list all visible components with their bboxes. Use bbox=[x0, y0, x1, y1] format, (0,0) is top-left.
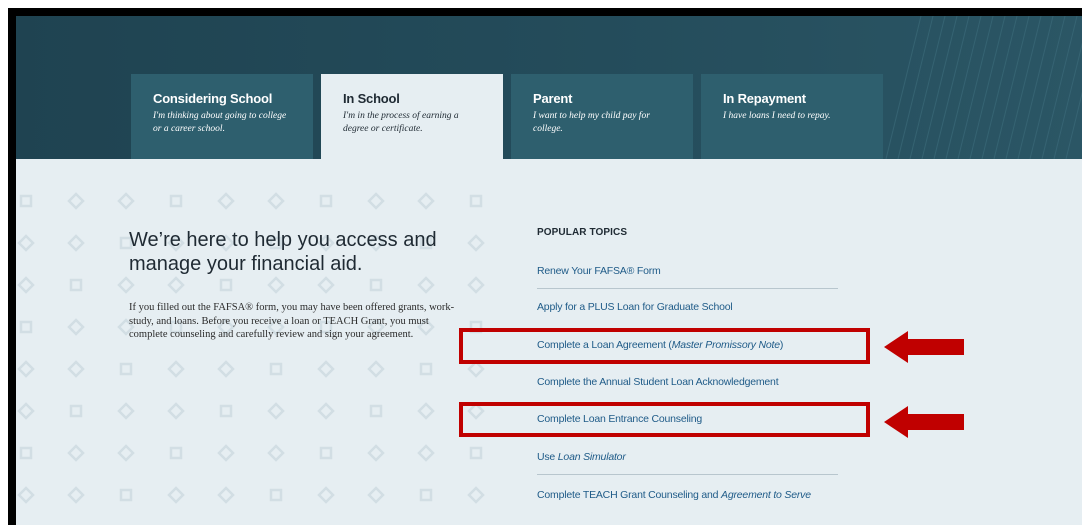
square-outline-icon bbox=[219, 278, 233, 292]
diamond-outline-icon bbox=[67, 318, 85, 336]
arrow-left-icon bbox=[884, 406, 964, 438]
topic-link-text: Complete TEACH Grant Counseling and bbox=[537, 489, 722, 501]
square-outline-icon bbox=[19, 320, 33, 334]
topic-link-text: Renew Your FAFSA® Form bbox=[537, 265, 661, 277]
diamond-outline-icon bbox=[367, 360, 385, 378]
intro-paragraph: If you filled out the FAFSA® form, you m… bbox=[129, 302, 455, 340]
square-outline-icon bbox=[219, 404, 233, 418]
diamond-outline-icon bbox=[317, 360, 335, 378]
page-viewport: Considering School I'm thinking about go… bbox=[16, 16, 1082, 525]
square-outline-icon bbox=[419, 362, 433, 376]
square-outline-icon bbox=[119, 362, 133, 376]
square-outline-icon bbox=[319, 446, 333, 460]
tab-description: I'm in the process of earning a degree o… bbox=[343, 111, 459, 134]
arrow-left-icon bbox=[884, 331, 964, 363]
diamond-outline-icon bbox=[267, 444, 285, 462]
diamond-outline-icon bbox=[317, 486, 335, 504]
diamond-outline-icon bbox=[67, 234, 85, 252]
square-outline-icon bbox=[169, 446, 183, 460]
square-outline-icon bbox=[369, 278, 383, 292]
diamond-outline-icon bbox=[167, 402, 185, 420]
topic-link-text: Apply for a PLUS Loan for Graduate Schoo… bbox=[537, 301, 733, 313]
diamond-outline-icon bbox=[117, 444, 135, 462]
topic-link-italic: Agreement to Serve bbox=[721, 489, 811, 501]
diamond-outline-icon bbox=[317, 276, 335, 294]
diamond-outline-icon bbox=[217, 360, 235, 378]
tab-in-school[interactable]: In School I'm in the process of earning … bbox=[321, 74, 503, 159]
diamond-outline-icon bbox=[367, 486, 385, 504]
diamond-outline-icon bbox=[67, 192, 85, 210]
diamond-outline-icon bbox=[367, 192, 385, 210]
diamond-outline-icon bbox=[17, 360, 35, 378]
topic-link-plus-loan[interactable]: Apply for a PLUS Loan for Graduate Schoo… bbox=[537, 289, 838, 325]
square-outline-icon bbox=[419, 488, 433, 502]
diamond-outline-icon bbox=[67, 444, 85, 462]
diamond-outline-icon bbox=[17, 234, 35, 252]
tab-parent[interactable]: Parent I want to help my child pay for c… bbox=[511, 74, 693, 159]
square-outline-icon bbox=[169, 194, 183, 208]
diamond-outline-icon bbox=[17, 276, 35, 294]
background-shape-pattern bbox=[17, 192, 485, 504]
popular-topics-heading: POPULAR TOPICS bbox=[537, 227, 628, 238]
diamond-outline-icon bbox=[217, 486, 235, 504]
diamond-outline-icon bbox=[417, 402, 435, 420]
diamond-outline-icon bbox=[467, 486, 485, 504]
square-outline-icon bbox=[469, 194, 483, 208]
highlight-box-loan-agreement bbox=[459, 328, 870, 364]
topic-link-text: Complete the Annual Student Loan Acknowl… bbox=[537, 376, 779, 388]
diamond-outline-icon bbox=[67, 486, 85, 504]
diamond-outline-icon bbox=[117, 402, 135, 420]
diamond-outline-icon bbox=[67, 360, 85, 378]
diamond-outline-icon bbox=[17, 402, 35, 420]
square-outline-icon bbox=[369, 404, 383, 418]
tab-considering-school[interactable]: Considering School I'm thinking about go… bbox=[131, 74, 313, 159]
diamond-outline-icon bbox=[217, 444, 235, 462]
topic-link-loan-simulator[interactable]: Use Loan Simulator bbox=[537, 439, 838, 475]
diamond-outline-icon bbox=[467, 360, 485, 378]
diamond-outline-icon bbox=[367, 444, 385, 462]
diamond-outline-icon bbox=[317, 402, 335, 420]
diamond-outline-icon bbox=[217, 192, 235, 210]
hero-banner: Considering School I'm thinking about go… bbox=[16, 16, 1082, 159]
highlight-box-entrance-counseling bbox=[459, 402, 870, 437]
topic-link-renew-fafsa[interactable]: Renew Your FAFSA® Form bbox=[537, 253, 838, 289]
screenshot-frame: Considering School I'm thinking about go… bbox=[8, 8, 1082, 525]
topic-link-teach-grant[interactable]: Complete TEACH Grant Counseling and Agre… bbox=[537, 477, 838, 513]
topic-link-text: Use bbox=[537, 451, 558, 463]
square-outline-icon bbox=[69, 278, 83, 292]
diamond-outline-icon bbox=[467, 234, 485, 252]
square-outline-icon bbox=[319, 194, 333, 208]
diamond-outline-icon bbox=[267, 402, 285, 420]
diamond-outline-icon bbox=[17, 486, 35, 504]
diamond-outline-icon bbox=[417, 444, 435, 462]
page-headline: We’re here to help you access and manage… bbox=[129, 229, 437, 275]
square-outline-icon bbox=[119, 488, 133, 502]
diamond-outline-icon bbox=[267, 192, 285, 210]
diamond-outline-icon bbox=[167, 486, 185, 504]
tab-title: Parent bbox=[533, 91, 573, 106]
diamond-outline-icon bbox=[167, 276, 185, 294]
tab-title: In School bbox=[343, 91, 400, 106]
diamond-outline-icon bbox=[167, 360, 185, 378]
diamond-outline-icon bbox=[117, 192, 135, 210]
square-outline-icon bbox=[19, 194, 33, 208]
tab-title: In Repayment bbox=[723, 91, 806, 106]
tab-title: Considering School bbox=[153, 91, 273, 106]
square-outline-icon bbox=[469, 446, 483, 460]
square-outline-icon bbox=[19, 446, 33, 460]
square-outline-icon bbox=[269, 362, 283, 376]
tab-description: I'm thinking about going to college or a… bbox=[153, 111, 287, 134]
diamond-outline-icon bbox=[117, 276, 135, 294]
topic-link-italic: Loan Simulator bbox=[557, 451, 626, 463]
square-outline-icon bbox=[269, 488, 283, 502]
topic-link-annual-acknowledgement[interactable]: Complete the Annual Student Loan Acknowl… bbox=[537, 364, 838, 400]
diamond-outline-icon bbox=[467, 276, 485, 294]
diamond-outline-icon bbox=[267, 276, 285, 294]
diamond-outline-icon bbox=[417, 192, 435, 210]
tab-description: I want to help my child pay for college. bbox=[533, 111, 650, 134]
tab-in-repayment[interactable]: In Repayment I have loans I need to repa… bbox=[701, 74, 883, 159]
tab-description: I have loans I need to repay. bbox=[723, 111, 831, 121]
diamond-outline-icon bbox=[417, 276, 435, 294]
square-outline-icon bbox=[69, 404, 83, 418]
